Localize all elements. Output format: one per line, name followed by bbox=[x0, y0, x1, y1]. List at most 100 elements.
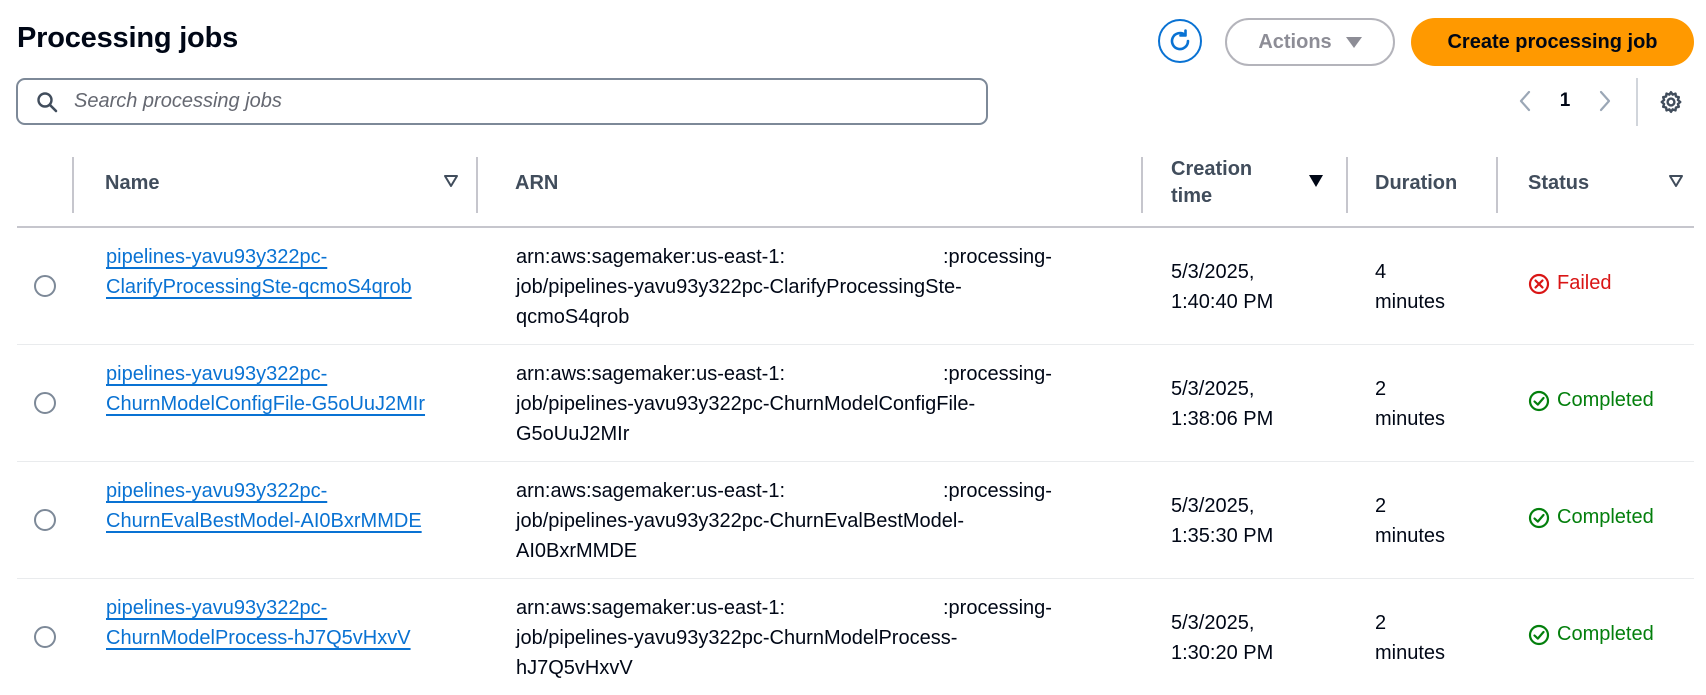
search-icon bbox=[37, 91, 58, 112]
duration-value: 2 bbox=[1375, 495, 1387, 517]
job-name-line: pipelines-yavu93y322pc- bbox=[106, 597, 328, 619]
table-preferences-button[interactable] bbox=[1655, 86, 1687, 118]
column-header-creation-time[interactable]: Creation time bbox=[1171, 156, 1252, 210]
creation-date: 5/3/2025, bbox=[1171, 495, 1255, 517]
status-indicator: Completed bbox=[1528, 623, 1654, 646]
next-page-button[interactable] bbox=[1590, 86, 1620, 116]
job-arn: arn:aws:sagemaker:us-east-1: :processing-… bbox=[516, 593, 1076, 683]
status-label: Completed bbox=[1557, 506, 1654, 528]
caret-down-icon bbox=[1345, 36, 1362, 48]
creation-time: 5/3/2025, 1:40:40 PM bbox=[1171, 257, 1273, 317]
creation-date: 5/3/2025, bbox=[1171, 612, 1255, 634]
column-header-status[interactable]: Status bbox=[1528, 170, 1589, 197]
arn-line: G5oUuJ2MIr bbox=[516, 423, 630, 445]
row-select-radio[interactable] bbox=[34, 626, 56, 648]
creation-clock-time: 1:38:06 PM bbox=[1171, 408, 1274, 430]
arn-prefix: arn:aws:sagemaker:us-east-1: bbox=[516, 597, 786, 619]
duration-value: 4 bbox=[1375, 261, 1387, 283]
search-input[interactable] bbox=[72, 89, 956, 114]
duration: 2 minutes bbox=[1375, 374, 1445, 434]
arn-line: job/pipelines-yavu93y322pc-ChurnModelPro… bbox=[516, 627, 958, 649]
status-label: Completed bbox=[1557, 623, 1654, 645]
previous-page-button[interactable] bbox=[1510, 86, 1540, 116]
column-divider bbox=[72, 157, 74, 213]
arn-line: job/pipelines-yavu93y322pc-ChurnEvalBest… bbox=[516, 510, 965, 532]
pagination: 1 bbox=[1510, 86, 1620, 116]
column-divider bbox=[1141, 157, 1143, 213]
duration-value: 2 bbox=[1375, 378, 1387, 400]
column-header-creation-time-line1: Creation bbox=[1171, 158, 1253, 180]
creation-time: 5/3/2025, 1:30:20 PM bbox=[1171, 608, 1273, 668]
row-select-radio[interactable] bbox=[34, 509, 56, 531]
duration-unit: minutes bbox=[1375, 291, 1446, 313]
status-label: Completed bbox=[1557, 389, 1654, 411]
sort-indicator-icon[interactable] bbox=[443, 174, 459, 188]
arn-resource-type: :processing- bbox=[943, 363, 1052, 385]
arn-resource-type: :processing- bbox=[943, 597, 1052, 619]
column-divider bbox=[1496, 157, 1498, 213]
job-name-link[interactable]: pipelines-yavu93y322pc- ChurnEvalBestMod… bbox=[106, 476, 422, 536]
create-processing-job-button[interactable]: Create processing job bbox=[1411, 18, 1694, 66]
status-label: Failed bbox=[1557, 272, 1612, 294]
table-row[interactable]: pipelines-yavu93y322pc- ChurnModelConfig… bbox=[17, 345, 1694, 462]
page-number-current[interactable]: 1 bbox=[1540, 90, 1590, 112]
refresh-button[interactable] bbox=[1158, 19, 1202, 63]
chevron-right-icon bbox=[1599, 90, 1611, 112]
row-select-radio[interactable] bbox=[34, 392, 56, 414]
status-indicator: Completed bbox=[1528, 506, 1654, 529]
refresh-icon bbox=[1170, 29, 1190, 51]
job-name-link[interactable]: pipelines-yavu93y322pc- ChurnModelProces… bbox=[106, 593, 411, 653]
duration-unit: minutes bbox=[1375, 408, 1446, 430]
pager-divider bbox=[1636, 78, 1638, 126]
column-divider bbox=[476, 157, 478, 213]
table-row[interactable]: pipelines-yavu93y322pc- ChurnEvalBestMod… bbox=[17, 462, 1694, 579]
job-name-line: ChurnModelProcess-hJ7Q5vHxvV bbox=[106, 627, 411, 649]
column-header-arn[interactable]: ARN bbox=[515, 170, 558, 197]
row-select-radio[interactable] bbox=[34, 275, 56, 297]
page-title: Processing jobs bbox=[17, 22, 239, 54]
arn-resource-type: :processing- bbox=[943, 246, 1052, 268]
job-name-link[interactable]: pipelines-yavu93y322pc- ClarifyProcessin… bbox=[106, 242, 412, 302]
job-name-line: ChurnModelConfigFile-G5oUuJ2MIr bbox=[106, 393, 426, 415]
job-name-line: ChurnEvalBestModel-AI0BxrMMDE bbox=[106, 510, 422, 532]
arn-resource-type: :processing- bbox=[943, 480, 1052, 502]
chevron-left-icon bbox=[1519, 90, 1531, 112]
arn-prefix: arn:aws:sagemaker:us-east-1: bbox=[516, 480, 786, 502]
creation-time: 5/3/2025, 1:38:06 PM bbox=[1171, 374, 1273, 434]
arn-line: hJ7Q5vHxvV bbox=[516, 657, 633, 679]
creation-date: 5/3/2025, bbox=[1171, 261, 1255, 283]
creation-date: 5/3/2025, bbox=[1171, 378, 1255, 400]
job-arn: arn:aws:sagemaker:us-east-1::processing-… bbox=[516, 359, 1076, 449]
status-indicator: Failed bbox=[1528, 272, 1611, 295]
check-circle-icon bbox=[1528, 390, 1550, 411]
duration-value: 2 bbox=[1375, 612, 1387, 634]
duration: 2 minutes bbox=[1375, 608, 1445, 668]
arn-line: qcmoS4qrob bbox=[516, 306, 630, 328]
actions-dropdown-button[interactable]: Actions bbox=[1225, 18, 1395, 66]
actions-label: Actions bbox=[1258, 30, 1332, 53]
job-name-line: pipelines-yavu93y322pc- bbox=[106, 363, 328, 385]
arn-line: job/pipelines-yavu93y322pc-ChurnModelCon… bbox=[516, 393, 976, 415]
check-circle-icon bbox=[1528, 624, 1550, 645]
duration: 2 minutes bbox=[1375, 491, 1445, 551]
sort-descending-icon[interactable] bbox=[1308, 174, 1324, 188]
table-row[interactable]: pipelines-yavu93y322pc- ClarifyProcessin… bbox=[17, 228, 1694, 345]
arn-line: job/pipelines-yavu93y322pc-ClarifyProces… bbox=[516, 276, 962, 298]
table-header: Name ARN Creation time Duration Status bbox=[17, 154, 1694, 228]
creation-time: 5/3/2025, 1:35:30 PM bbox=[1171, 491, 1273, 551]
sort-indicator-icon[interactable] bbox=[1668, 174, 1684, 188]
column-header-creation-time-line2: time bbox=[1171, 185, 1213, 207]
job-name-line: pipelines-yavu93y322pc- bbox=[106, 480, 328, 502]
job-name-line: ClarifyProcessingSte-qcmoS4qrob bbox=[106, 276, 412, 298]
column-header-name[interactable]: Name bbox=[105, 170, 159, 197]
arn-line: AI0BxrMMDE bbox=[516, 540, 638, 562]
table-row[interactable]: pipelines-yavu93y322pc- ChurnModelProces… bbox=[17, 579, 1694, 695]
job-arn: arn:aws:sagemaker:us-east-1: :processing-… bbox=[516, 476, 1076, 566]
job-name-line: pipelines-yavu93y322pc- bbox=[106, 246, 328, 268]
job-arn: arn:aws:sagemaker:us-east-1::processing-… bbox=[516, 242, 1076, 332]
job-name-link[interactable]: pipelines-yavu93y322pc- ChurnModelConfig… bbox=[106, 359, 425, 419]
gear-icon bbox=[1660, 91, 1682, 113]
creation-clock-time: 1:40:40 PM bbox=[1171, 291, 1274, 313]
creation-clock-time: 1:35:30 PM bbox=[1171, 525, 1274, 547]
column-header-duration[interactable]: Duration bbox=[1375, 170, 1457, 197]
